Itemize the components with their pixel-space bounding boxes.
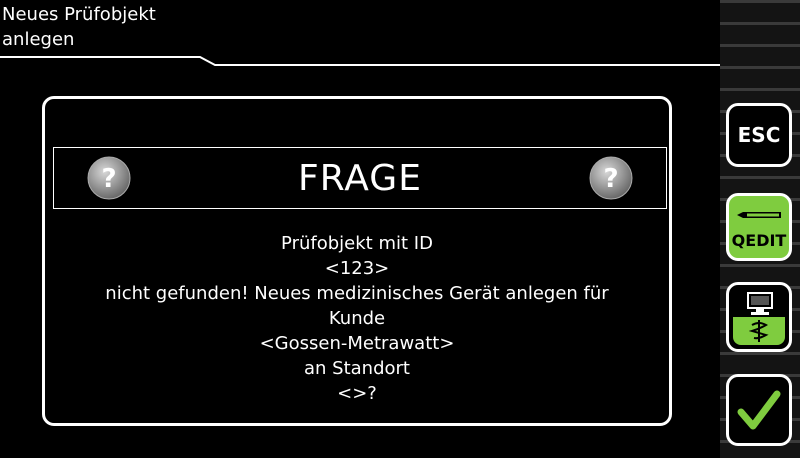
question-dialog: ? FRAGE ? Prüfobjekt mit ID <123> nicht … <box>42 96 672 426</box>
svg-text:?: ? <box>603 164 618 194</box>
message-line: Prüfobjekt mit ID <box>281 233 433 254</box>
confirm-button[interactable] <box>726 374 792 446</box>
message-line: Kunde <box>328 308 386 329</box>
checkmark-icon <box>737 390 781 430</box>
message-line: <>? <box>337 383 377 404</box>
pen-icon <box>737 212 781 218</box>
message-line: an Standort <box>304 358 410 379</box>
page-title-line1: Neues Prüfobjekt <box>2 4 156 25</box>
message-line: nicht gefunden! Neues medizinisches Gerä… <box>105 283 609 304</box>
medical-indicator <box>733 317 785 345</box>
device-type-button[interactable] <box>726 282 792 352</box>
dialog-header: ? FRAGE ? <box>53 147 667 209</box>
dialog-title: FRAGE <box>298 157 422 199</box>
computer-icon <box>747 292 773 315</box>
qedit-button[interactable]: QEDIT <box>726 193 792 261</box>
esc-button[interactable]: ESC <box>726 103 792 167</box>
page-title-line2: anlegen <box>2 29 75 50</box>
esc-label: ESC <box>737 123 781 147</box>
caduceus-icon <box>749 320 769 342</box>
message-line: <123> <box>324 258 390 279</box>
dialog-message: Prüfobjekt mit ID <123> nicht gefunden! … <box>45 231 669 406</box>
softkey-sidebar: ESC QEDIT <box>720 0 800 458</box>
question-icon: ? <box>87 156 131 200</box>
question-icon: ? <box>589 156 633 200</box>
svg-text:?: ? <box>101 164 116 194</box>
message-line: <Gossen-Metrawatt> <box>259 333 455 354</box>
header-divider <box>0 56 720 66</box>
page-title: Neues Prüfobjekt anlegen <box>2 2 402 52</box>
qedit-label: QEDIT <box>731 231 787 250</box>
